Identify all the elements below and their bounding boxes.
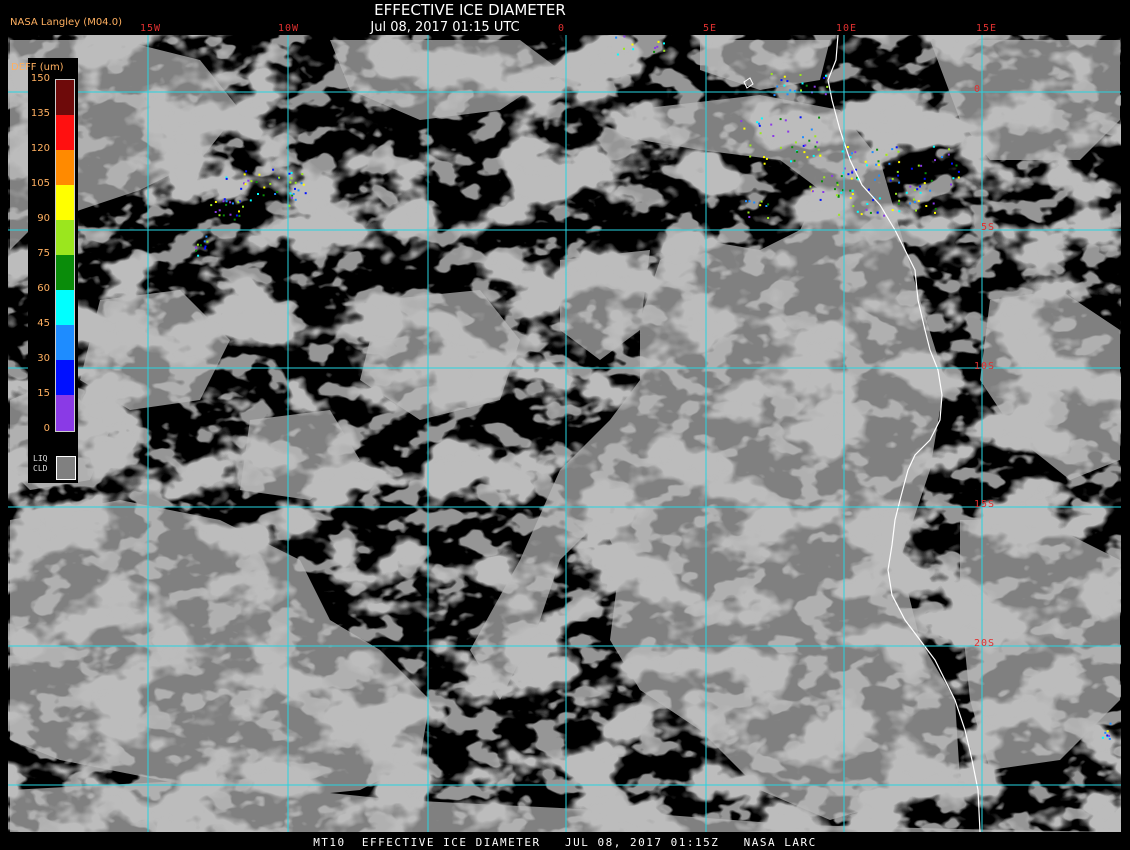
liquid-cloud-label-line2: CLD — [33, 464, 48, 473]
longitude-label-10e: 10E — [836, 23, 858, 34]
longitude-label-15w: 15W — [140, 23, 162, 34]
longitude-label-5e: 5E — [703, 23, 718, 34]
date-time-label: Jul 08, 2017 01:15 UTC — [370, 20, 520, 35]
footer-caption: MT10 EFFECTIVE ICE DIAMETER JUL 08, 2017… — [313, 836, 817, 849]
colorbar-tick-label: 90 — [37, 213, 50, 224]
colorbar-tick-label: 105 — [30, 178, 50, 189]
latitude-label-20s: 20S — [974, 638, 996, 649]
legend-title: DEFF (um) — [11, 62, 64, 73]
liquid-cloud-swatch — [56, 456, 76, 480]
colorbar-tick-label: 60 — [37, 283, 50, 294]
colorbar-frame — [55, 79, 75, 432]
latitude-label-0: 0 — [974, 84, 982, 95]
colorbar-tick-label: 75 — [37, 248, 50, 259]
liquid-cloud-label-line1: LIQ — [33, 454, 48, 463]
colorbar-tick-label: 0 — [43, 423, 50, 434]
colorbar-tick-label: 30 — [37, 353, 50, 364]
colorbar-tick-label: 120 — [30, 143, 50, 154]
cloud-texture-layer-fine — [8, 35, 1121, 832]
longitude-label-10w: 10W — [278, 23, 300, 34]
colorbar-tick-label: 45 — [37, 318, 50, 329]
latitude-label-5s: 5S — [981, 222, 996, 233]
satellite-map: DEFF (um) 150 135 120 105 90 75 60 45 30 15 0 LIQ … — [0, 0, 1130, 850]
latitude-label-10s: 10S — [974, 361, 996, 372]
page-title: EFFECTIVE ICE DIAMETER — [374, 1, 566, 19]
colorbar-tick-label: 150 — [30, 73, 50, 84]
longitude-label-0: 0 — [558, 23, 566, 34]
colorbar-tick-label: 15 — [37, 388, 50, 399]
colorbar-tick-label: 135 — [30, 108, 50, 119]
longitude-label-15e: 15E — [976, 23, 998, 34]
cloud-map-image — [8, 35, 1121, 832]
latitude-label-15s: 15S — [974, 499, 996, 510]
